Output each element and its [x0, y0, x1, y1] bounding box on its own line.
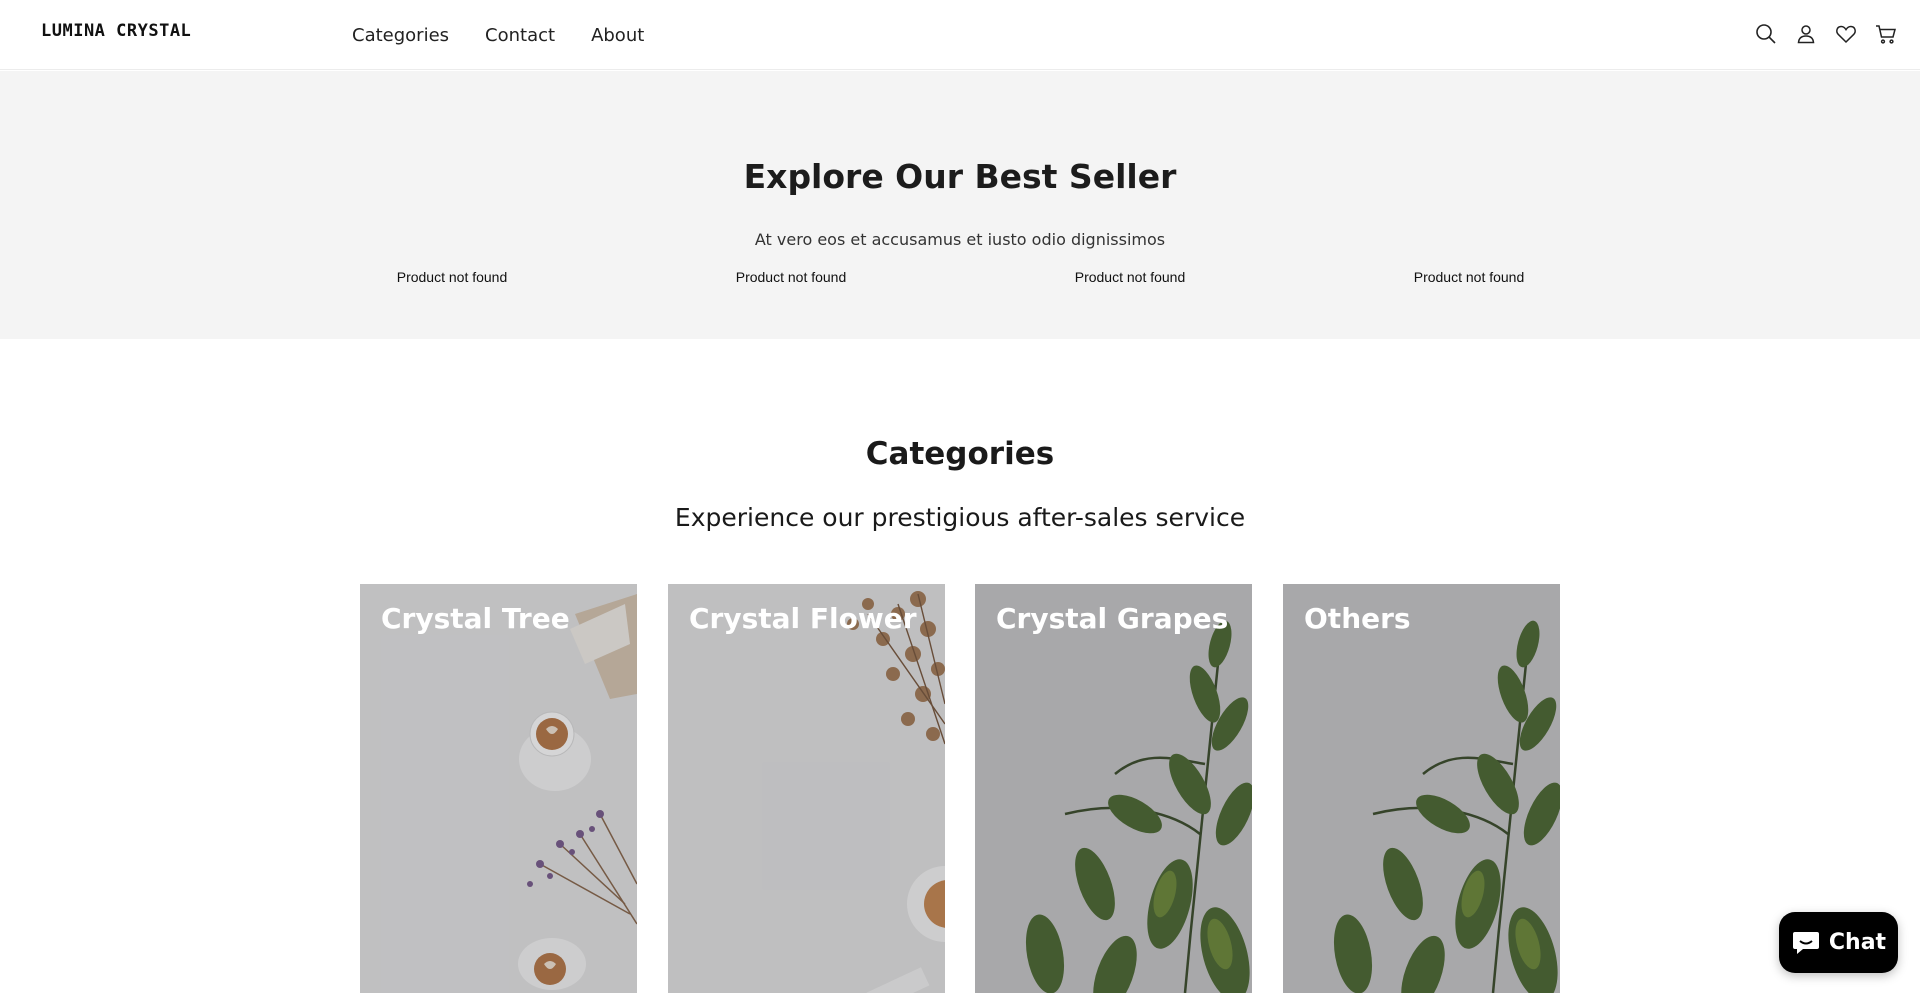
nav-contact[interactable]: Contact — [485, 25, 555, 46]
category-card-others[interactable]: Others — [1283, 584, 1560, 993]
card-overlay — [668, 584, 945, 993]
card-overlay — [975, 584, 1252, 993]
product-not-found-3: Product not found — [1074, 269, 1186, 285]
chat-bubble-icon — [1792, 931, 1819, 954]
category-label-crystal-grapes: Crystal Grapes — [996, 602, 1229, 635]
bestseller-title: Explore Our Best Seller — [743, 157, 1177, 196]
category-card-crystal-tree[interactable]: Crystal Tree — [360, 584, 637, 993]
category-label-crystal-tree: Crystal Tree — [381, 602, 570, 635]
bestseller-subtitle: At vero eos et accusamus et iusto odio d… — [754, 230, 1166, 249]
site-logo[interactable]: LUMINA CRYSTAL — [41, 21, 191, 41]
nav-about[interactable]: About — [591, 25, 644, 46]
main-nav: Categories Contact About — [352, 0, 644, 70]
account-icon[interactable] — [1794, 21, 1818, 47]
category-label-others: Others — [1304, 602, 1411, 635]
search-icon[interactable] — [1754, 21, 1778, 47]
category-card-crystal-flower[interactable]: Crystal Flower — [668, 584, 945, 993]
header-icons — [1754, 21, 1898, 47]
product-not-found-1: Product not found — [396, 269, 508, 285]
card-overlay — [1283, 584, 1560, 993]
product-not-found-4: Product not found — [1413, 269, 1525, 285]
site-header: LUMINA CRYSTAL Categories Contact About — [0, 0, 1920, 70]
nav-categories[interactable]: Categories — [352, 25, 449, 46]
cart-icon[interactable] — [1874, 21, 1898, 47]
chat-button[interactable]: Chat — [1779, 912, 1898, 973]
categories-title: Categories — [865, 436, 1055, 472]
category-label-crystal-flower: Crystal Flower — [689, 602, 917, 635]
card-overlay — [360, 584, 637, 993]
product-not-found-2: Product not found — [735, 269, 847, 285]
category-card-crystal-grapes[interactable]: Crystal Grapes — [975, 584, 1252, 993]
categories-subtitle: Experience our prestigious after-sales s… — [674, 503, 1246, 532]
chat-label: Chat — [1828, 930, 1887, 955]
wishlist-icon[interactable] — [1834, 21, 1858, 47]
bestseller-section: Explore Our Best Seller At vero eos et a… — [0, 71, 1920, 339]
